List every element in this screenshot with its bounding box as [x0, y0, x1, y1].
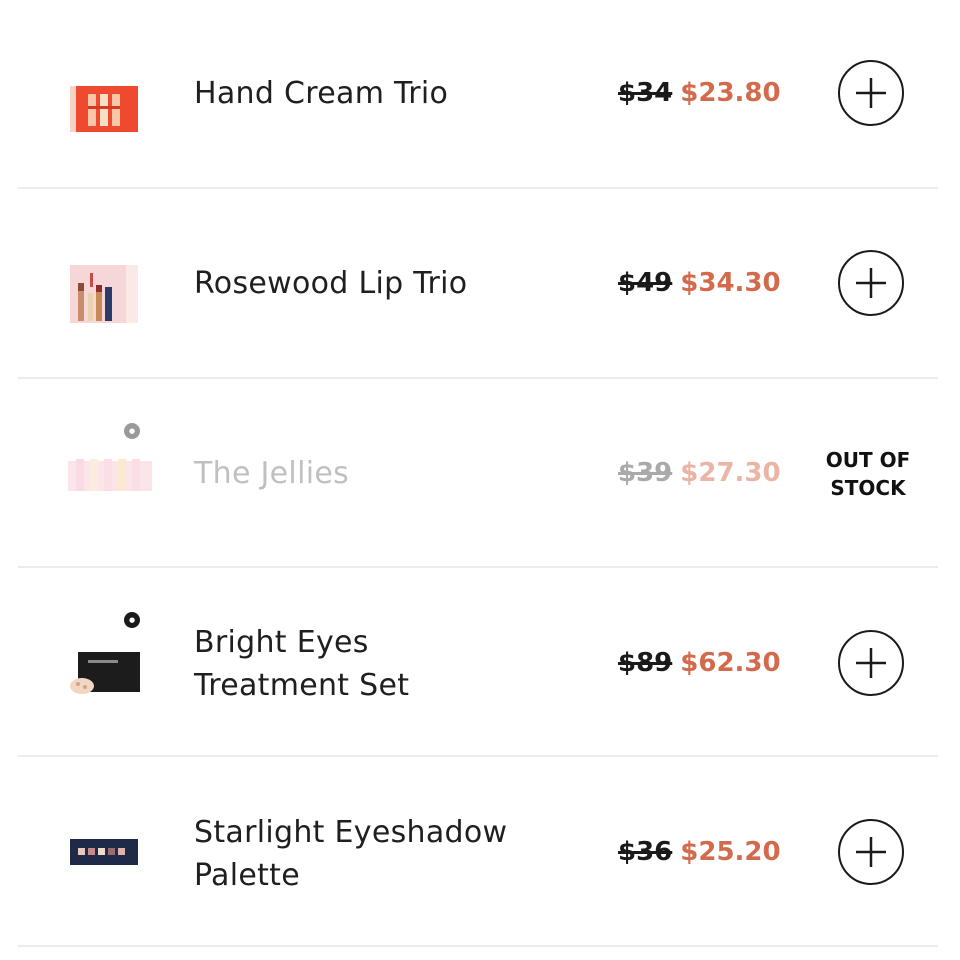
product-name: The Jellies — [194, 456, 350, 491]
list-item: ● The Jellies $39 $27.30 OUT OF STOCK — [18, 379, 938, 568]
add-to-cart-button[interactable] — [838, 819, 904, 885]
product-name[interactable]: Starlight Eyeshadow Palette — [194, 811, 584, 897]
sale-price: $27.30 — [680, 458, 781, 488]
sale-price: $34.30 — [680, 268, 781, 298]
product-list: Hand Cream Trio $34 $23.80 Rosewood Lip … — [0, 0, 960, 960]
original-price: $89 — [618, 648, 673, 678]
eye-treatment-set-image — [68, 646, 140, 696]
original-price: $36 — [618, 837, 673, 867]
eyeshadow-palette-image — [68, 837, 140, 887]
jellies-image — [68, 455, 152, 505]
plus-icon — [856, 837, 886, 867]
list-item: ● Bright Eyes Treatment Set $89 $62.30 — [18, 568, 938, 757]
list-item: Rosewood Lip Trio $49 $34.30 — [18, 189, 938, 379]
product-price: $39 $27.30 — [618, 458, 818, 488]
sale-price: $23.80 — [680, 78, 781, 108]
product-name[interactable]: Rosewood Lip Trio — [194, 262, 584, 305]
product-name[interactable]: Hand Cream Trio — [194, 72, 584, 115]
original-price: $39 — [618, 458, 673, 488]
badge-icon: ● — [124, 612, 140, 628]
badge-icon: ● — [124, 423, 140, 439]
product-name[interactable]: Bright Eyes Treatment Set — [194, 621, 584, 707]
list-item: Hand Cream Trio $34 $23.80 — [18, 0, 938, 189]
hand-cream-trio-image — [68, 84, 140, 134]
add-to-cart-button[interactable] — [838, 630, 904, 696]
out-of-stock-label: OUT OF STOCK — [825, 448, 911, 500]
sale-price: $62.30 — [680, 648, 781, 678]
add-to-cart-button[interactable] — [838, 60, 904, 126]
plus-icon — [856, 648, 886, 678]
sale-price: $25.20 — [680, 837, 781, 867]
product-price: $89 $62.30 — [618, 648, 818, 678]
plus-icon — [856, 268, 886, 298]
list-item: Starlight Eyeshadow Palette $36 $25.20 — [18, 757, 938, 947]
original-price: $49 — [618, 268, 673, 298]
plus-icon — [856, 78, 886, 108]
product-price: $49 $34.30 — [618, 268, 818, 298]
add-to-cart-button[interactable] — [838, 250, 904, 316]
product-price: $36 $25.20 — [618, 837, 818, 867]
original-price: $34 — [618, 78, 673, 108]
lip-trio-image — [68, 263, 140, 323]
product-price: $34 $23.80 — [618, 78, 818, 108]
